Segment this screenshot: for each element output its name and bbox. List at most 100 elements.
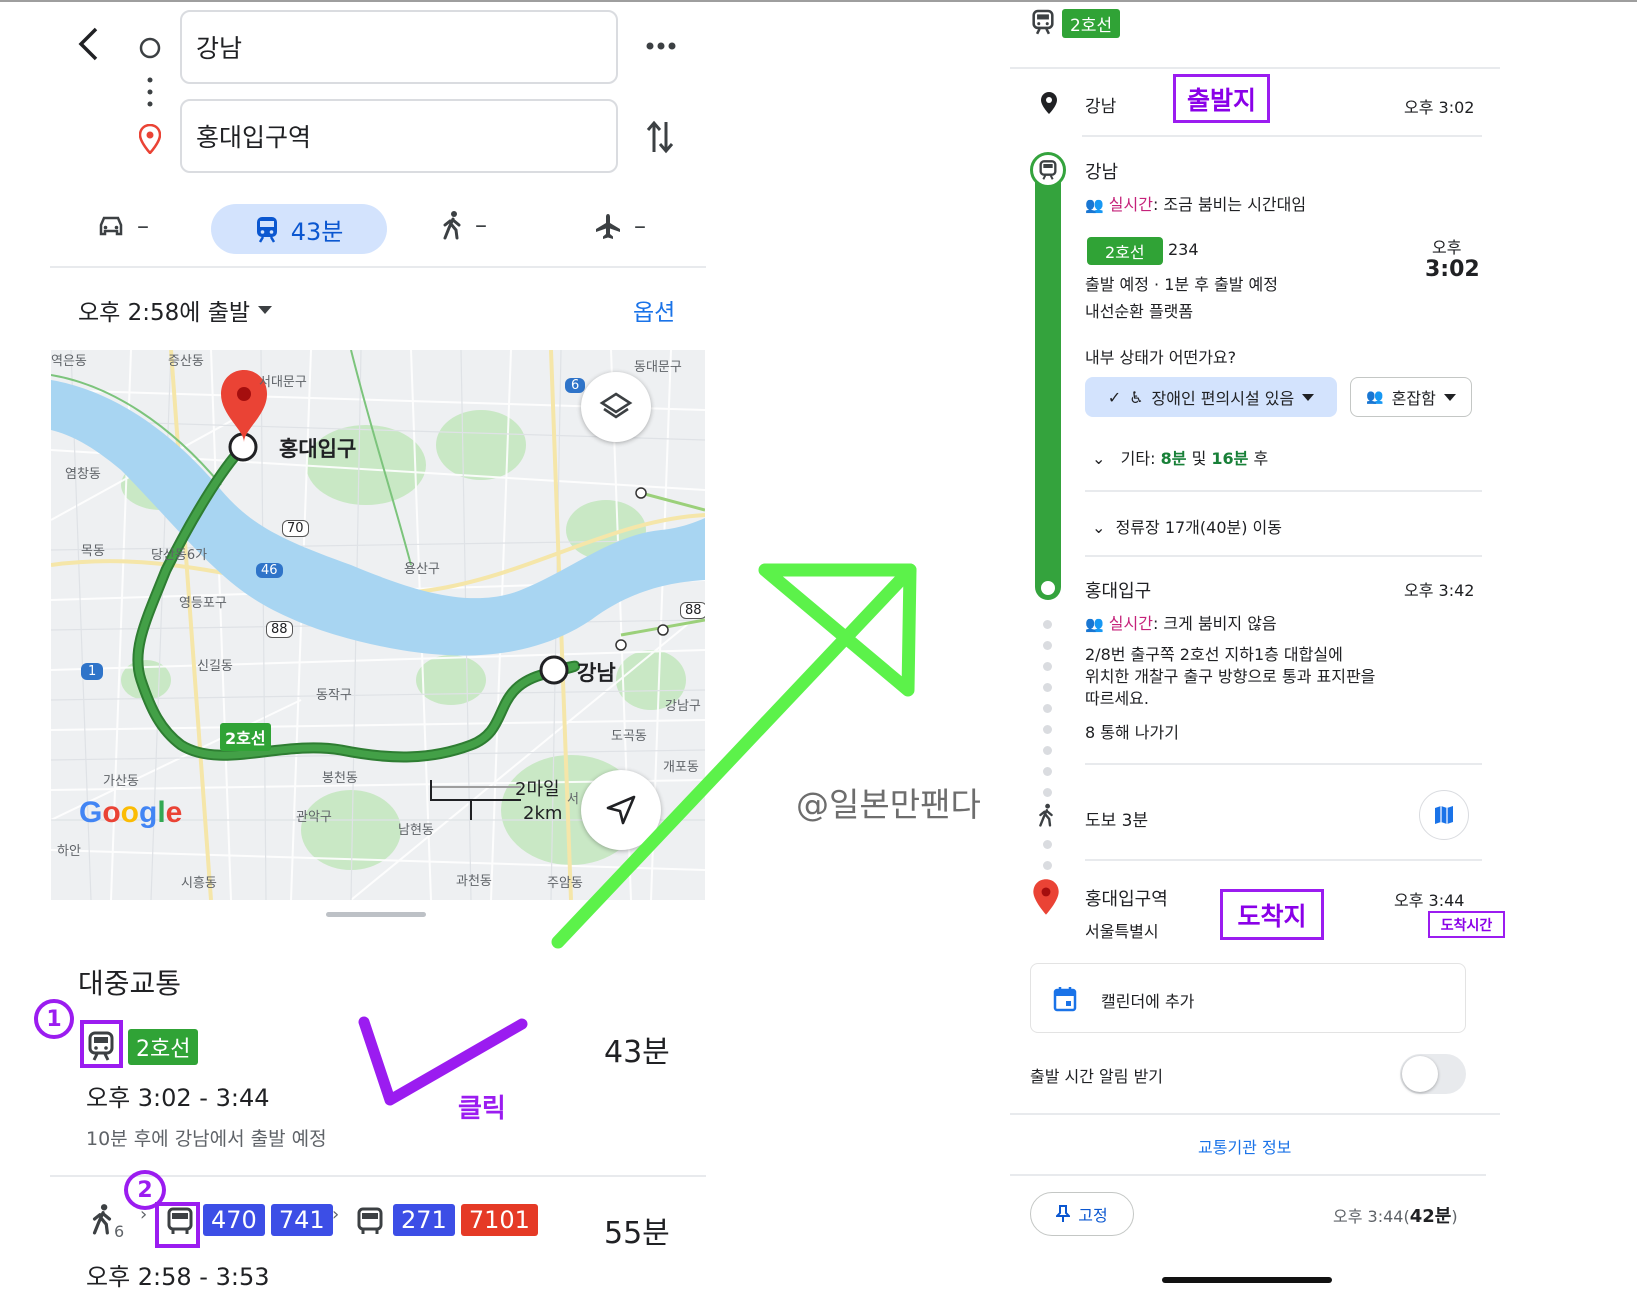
route2-bus-badges-b: 271 7101 (393, 1204, 538, 1236)
back-arrow-icon[interactable] (74, 26, 104, 62)
walk-dot (1043, 725, 1052, 734)
people-icon: 👥 (1366, 389, 1384, 405)
dropdown-caret-icon (1443, 393, 1456, 401)
divider (50, 266, 706, 268)
train-icon (1039, 160, 1057, 180)
google-logo: Google (79, 796, 183, 829)
destination-input[interactable]: 홍대입구역 (180, 99, 618, 173)
chevron-down-icon: ⌄ (1092, 449, 1106, 468)
departure-alert-label: 출발 시간 알림 받기 (1030, 1067, 1164, 1086)
route1-line-badge: 2호선 (128, 1029, 199, 1065)
bus-badge: 271 (393, 1204, 455, 1236)
accessibility-chip[interactable]: ✓ ♿ 장애인 편의시설 있음 (1085, 377, 1337, 417)
exit-info: 8 통해 나가기 (1085, 723, 1179, 742)
mode-car[interactable]: – (97, 212, 149, 240)
route1-time: 오후 3:02 - 3:44 (86, 1084, 270, 1112)
bus-badge: 7101 (460, 1204, 538, 1236)
map-label-place: 목동 (81, 544, 105, 559)
map-label-place: 동작구 (316, 688, 352, 703)
arrive-station-name: 홍대입구 (1085, 581, 1152, 602)
walk-icon (1039, 803, 1053, 827)
destination-city: 서울특별시 (1085, 922, 1159, 941)
station-realtime: 👥 실시간: 조금 붐비는 시간대임 (1085, 195, 1307, 214)
walk-map-button[interactable] (1419, 790, 1469, 840)
departure-alert-toggle[interactable] (1400, 1054, 1466, 1094)
walk-icon (443, 211, 461, 240)
destination-pin-icon (139, 124, 161, 154)
train-icon (256, 217, 277, 243)
map-label-place: 관악구 (296, 810, 332, 825)
route2-bus-badges-a: 470 741 (203, 1204, 333, 1236)
map-label-place: 동대문구 (634, 360, 682, 375)
check-icon: ✓ (1107, 387, 1122, 407)
road-shield: 88 (266, 621, 293, 638)
bus-badge: 470 (203, 1204, 265, 1236)
accessible-icon: ♿ (1129, 387, 1144, 407)
directions-line: 2/8번 출구쪽 2호선 지하1층 대합실에 (1085, 645, 1343, 664)
add-to-calendar-button[interactable]: 캘린더에 추가 (1030, 963, 1466, 1033)
origin-name: 강남 (1085, 97, 1117, 117)
map-label-place: 용산구 (404, 562, 440, 577)
annotation-arrival-time-label: 도착시간 (1428, 911, 1505, 938)
bus-icon (357, 1207, 383, 1234)
dropdown-caret-icon (1302, 393, 1315, 401)
car-icon (99, 216, 123, 236)
depart-time-text: 오후 2:58에 출발 (78, 300, 251, 326)
transit-line-bar (1035, 160, 1061, 600)
more-options-icon[interactable] (645, 40, 677, 52)
options-link[interactable]: 옵션 (633, 293, 675, 327)
origin-circle-icon (139, 37, 161, 59)
walk-dot (1043, 641, 1052, 650)
departure-status: 출발 예정 · 1분 후 출발 예정 (1085, 275, 1278, 294)
road-shield: 6 (565, 378, 586, 393)
road-shield: 1 (81, 663, 104, 680)
map-icon (1435, 806, 1453, 824)
map-label-place: 가산동 (103, 774, 139, 789)
layers-icon (599, 392, 633, 419)
route1-duration: 43분 (604, 1035, 670, 1070)
origin-input[interactable]: 강남 (180, 10, 618, 84)
walk-dot (1043, 788, 1052, 797)
platform: 내선순환 플랫폼 (1085, 302, 1194, 321)
sheet-handle[interactable] (326, 912, 426, 917)
departure-time-label: 오후 (1432, 238, 1462, 257)
depart-time-dropdown[interactable]: 오후 2:58에 출발 (78, 293, 273, 327)
home-indicator (1162, 1277, 1332, 1283)
layers-button[interactable] (581, 372, 651, 442)
divider (1010, 1174, 1486, 1176)
mode-transit[interactable]: 43분 (211, 204, 387, 254)
crowd-chip[interactable]: 👥 혼잡함 (1350, 377, 1472, 417)
mode-walk[interactable]: – (441, 210, 487, 240)
pin-icon (1056, 1205, 1071, 1222)
annotation-green-arrow (551, 563, 917, 949)
map-label-place: 신길동 (197, 659, 233, 674)
map-line2-label: 2호선 (220, 723, 271, 751)
walk-dot (1043, 861, 1052, 870)
walk-segment: 도보 3분 (1085, 811, 1149, 831)
map-label-place: 역은동 (51, 354, 87, 369)
annotation-circle-1: 1 (34, 999, 74, 1039)
stops-expander[interactable]: ⌄ 정류장 17개(40분) 이동 (1092, 514, 1282, 538)
walk-dot (1043, 683, 1052, 692)
other-departures[interactable]: ⌄ 기타: 8분 및 16분 후 (1092, 445, 1268, 469)
swap-icon[interactable] (645, 118, 675, 156)
route1-note: 10분 후에 강남에서 출발 예정 (86, 1128, 327, 1150)
top-border (0, 0, 1637, 2)
directions-line: 따르세요. (1085, 689, 1149, 708)
header-line-badge: 2호선 (1062, 9, 1121, 38)
annotation-click-label: 클릭 (458, 1094, 506, 1124)
pin-button[interactable]: 고정 (1030, 1192, 1134, 1236)
map-label-place: 당산동6가 (151, 548, 208, 563)
mode-flight[interactable]: – (594, 212, 646, 240)
flight-duration: – (634, 212, 646, 240)
people-icon: 👥 (1085, 615, 1104, 633)
route2-walk-minutes: 6 (114, 1222, 125, 1241)
annotation-origin-label: 출발지 (1173, 74, 1270, 123)
map-label-hongdae: 홍대입구 (279, 437, 357, 461)
arrive-station-time: 오후 3:42 (1404, 581, 1475, 600)
annotation-destination-label: 도착지 (1220, 889, 1324, 940)
section-title: 대중교통 (78, 967, 182, 1000)
divider (1010, 1113, 1500, 1115)
train-number: 234 (1168, 240, 1199, 259)
agency-info-link[interactable]: 교통기관 정보 (1198, 1134, 1291, 1158)
